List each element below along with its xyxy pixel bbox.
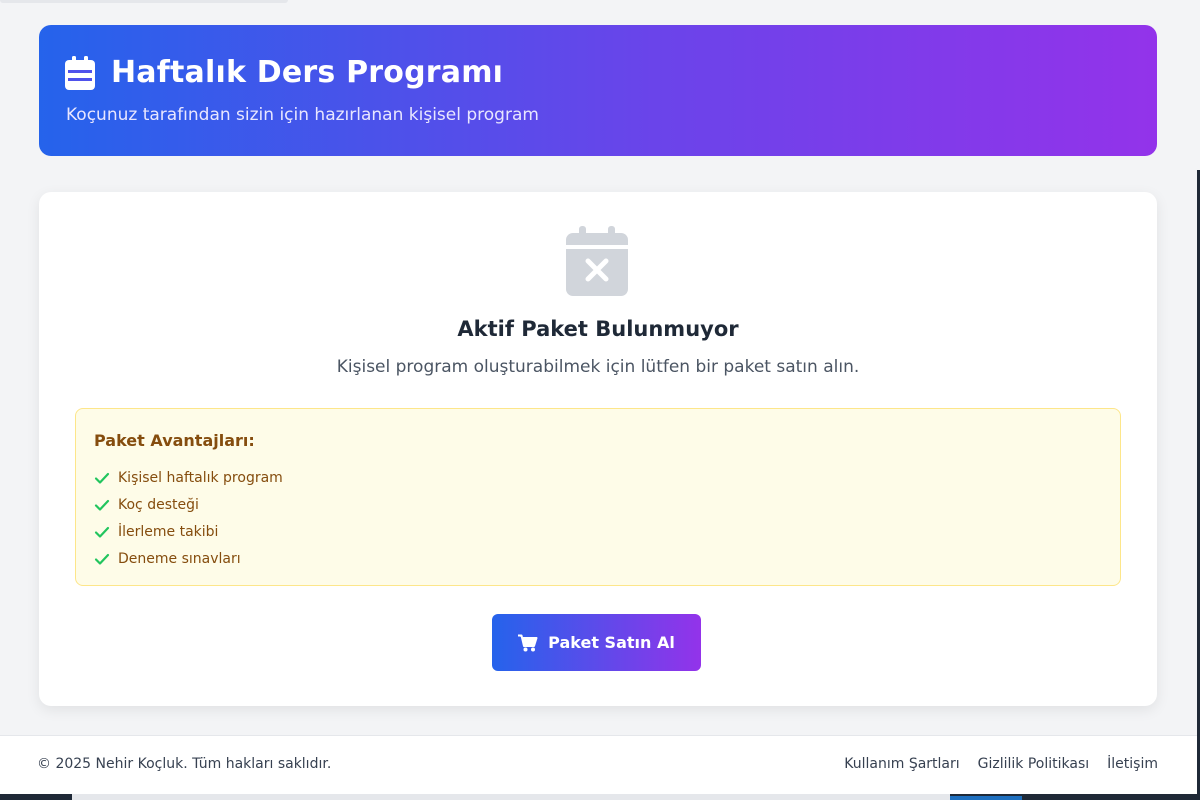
taskbar-edge <box>0 794 1200 800</box>
package-benefits-box: Paket Avantajları: Kişisel haftalık prog… <box>75 408 1121 586</box>
top-edge-sliver <box>0 0 288 3</box>
cart-icon <box>518 634 538 651</box>
benefit-item: Deneme sınavları <box>94 545 283 572</box>
taskbar-edge-accent <box>950 796 1022 800</box>
buy-package-button[interactable]: Paket Satın Al <box>492 614 701 671</box>
page-header: Haftalık Ders Programı Koçunuz tarafında… <box>39 25 1157 156</box>
benefits-list: Kişisel haftalık program Koç desteği İle… <box>94 464 283 572</box>
contact-link[interactable]: İletişim <box>1107 756 1158 772</box>
copyright-text: © 2025 Nehir Koçluk. Tüm hakları saklıdı… <box>37 756 332 772</box>
benefit-item: İlerleme takibi <box>94 518 283 545</box>
benefits-title: Paket Avantajları: <box>94 431 255 450</box>
footer-links: Kullanım Şartları Gizlilik Politikası İl… <box>844 756 1158 772</box>
calendar-x-icon <box>566 226 628 296</box>
page-footer: © 2025 Nehir Koçluk. Tüm hakları saklıdı… <box>0 735 1197 794</box>
privacy-link[interactable]: Gizlilik Politikası <box>978 756 1090 772</box>
benefit-item: Kişisel haftalık program <box>94 464 283 491</box>
check-icon <box>94 472 110 484</box>
benefit-label: Koç desteği <box>118 496 199 513</box>
benefit-item: Koç desteği <box>94 491 283 518</box>
page-title: Haftalık Ders Programı <box>111 55 504 90</box>
benefit-label: Kişisel haftalık program <box>118 469 283 486</box>
empty-state-description: Kişisel program oluşturabilmek için lütf… <box>336 357 860 377</box>
check-icon <box>94 526 110 538</box>
header-title-row: Haftalık Ders Programı <box>65 55 503 90</box>
check-icon <box>94 553 110 565</box>
terms-link[interactable]: Kullanım Şartları <box>844 756 959 772</box>
calendar-icon <box>65 55 95 90</box>
empty-state-card: Aktif Paket Bulunmuyor Kişisel program o… <box>39 192 1157 706</box>
empty-state-title: Aktif Paket Bulunmuyor <box>457 317 739 341</box>
taskbar-edge-light <box>72 794 950 800</box>
check-icon <box>94 499 110 511</box>
page-subtitle: Koçunuz tarafından sizin için hazırlanan… <box>66 105 539 125</box>
buy-package-label: Paket Satın Al <box>548 633 675 652</box>
benefit-label: Deneme sınavları <box>118 550 241 567</box>
benefit-label: İlerleme takibi <box>118 523 219 540</box>
